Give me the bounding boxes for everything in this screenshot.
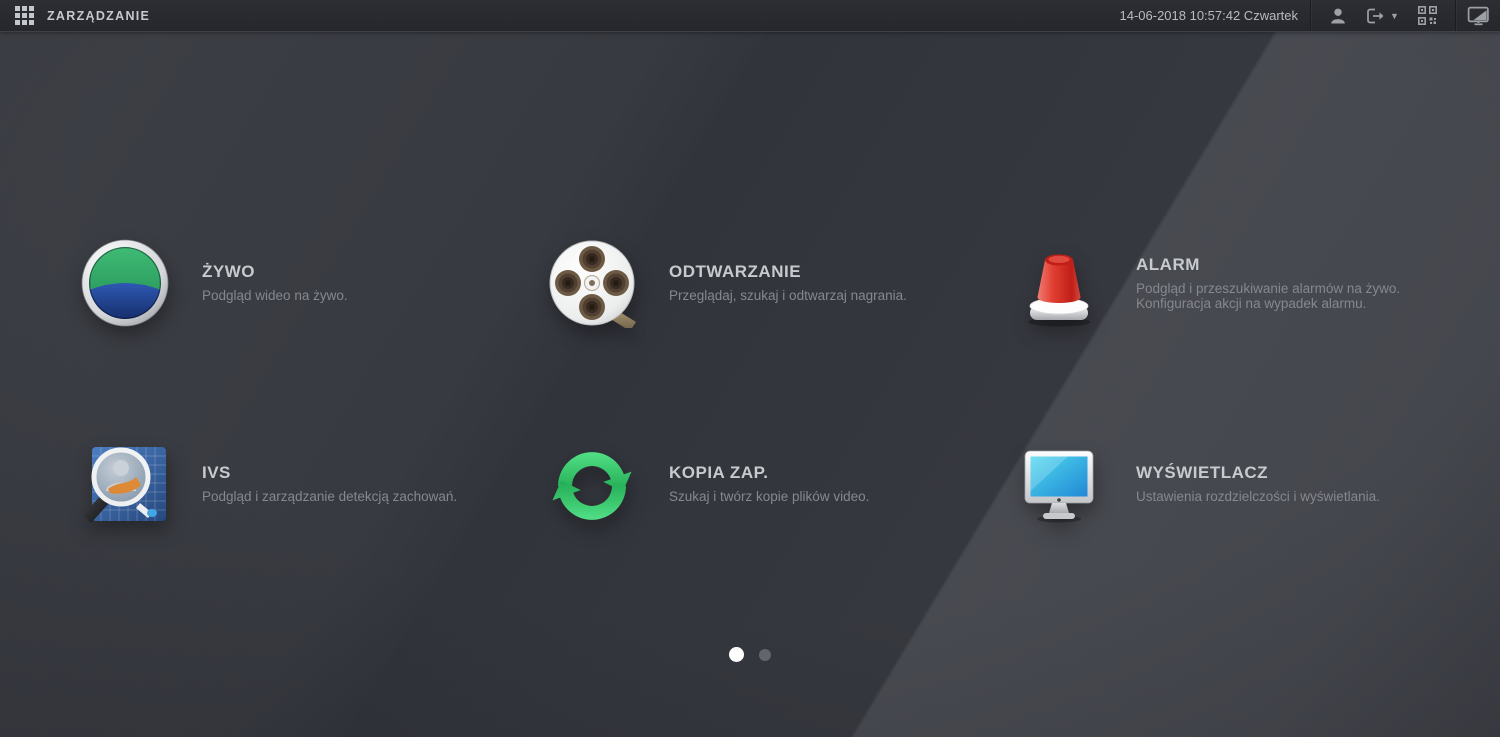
backup-icon (547, 439, 637, 529)
chevron-down-icon: ▼ (1390, 10, 1399, 21)
menu-item-desc: Podgląd i przeszukiwanie alarmów na żywo… (1136, 280, 1401, 296)
qr-code-icon[interactable] (1405, 0, 1449, 31)
menu-item-title: ODTWARZANIE (669, 262, 802, 282)
page-dot-1[interactable] (729, 647, 744, 662)
menu-item-title: ŻYWO (202, 262, 255, 282)
menu-item-playback[interactable]: ODTWARZANIE Przeglądaj, szukaj i odtwarz… (547, 233, 907, 333)
menu-item-desc: Podgląd i zarządzanie detekcją zachowań. (202, 489, 458, 505)
menu-item-desc: Konfiguracja akcji na wypadek alarmu. (1136, 296, 1367, 311)
menu-item-live[interactable]: ŻYWO Podgląd wideo na żywo. (80, 233, 348, 333)
page-title: ZARZĄDZANIE (47, 8, 151, 23)
menu-item-desc: Przeglądaj, szukaj i odtwarzaj nagrania. (669, 288, 907, 304)
display-icon (1014, 439, 1104, 529)
live-view-icon (80, 238, 170, 328)
menu-item-alarm[interactable]: ALARM Podgląd i przeszukiwanie alarmów n… (1014, 233, 1400, 333)
apps-grid-icon[interactable] (15, 0, 34, 31)
logout-icon[interactable]: ▼ (1359, 0, 1405, 31)
user-icon[interactable] (1317, 0, 1359, 31)
menu-item-desc: Szukaj i twórz kopie plików video. (669, 489, 870, 505)
menu-item-backup[interactable]: KOPIA ZAP. Szukaj i twórz kopie plików v… (547, 434, 869, 534)
menu-item-desc: Ustawienia rozdzielczości i wyświetlania… (1136, 489, 1380, 505)
menu-item-ivs[interactable]: IVS Podgląd i zarządzanie detekcją zacho… (80, 434, 457, 534)
display-toggle-icon[interactable] (1456, 0, 1500, 31)
topbar: ZARZĄDZANIE 14-06-2018 10:57:42 Czwartek (0, 0, 1500, 32)
menu-item-title: WYŚWIETLACZ (1136, 463, 1269, 483)
playback-icon (547, 238, 637, 328)
menu-item-title: KOPIA ZAP. (669, 463, 769, 483)
menu-item-desc: Podgląd wideo na żywo. (202, 288, 348, 304)
page-dot-2[interactable] (759, 648, 771, 661)
datetime-display: 14-06-2018 10:57:42 Czwartek (1119, 8, 1298, 23)
alarm-icon (1014, 238, 1104, 328)
app-window: ZARZĄDZANIE 14-06-2018 10:57:42 Czwartek (0, 0, 1500, 737)
menu-item-title: IVS (202, 463, 231, 483)
pagination (729, 647, 771, 662)
ivs-icon (80, 439, 170, 529)
menu-item-title: ALARM (1136, 254, 1200, 274)
menu-item-display[interactable]: WYŚWIETLACZ Ustawienia rozdzielczości i … (1014, 434, 1380, 534)
